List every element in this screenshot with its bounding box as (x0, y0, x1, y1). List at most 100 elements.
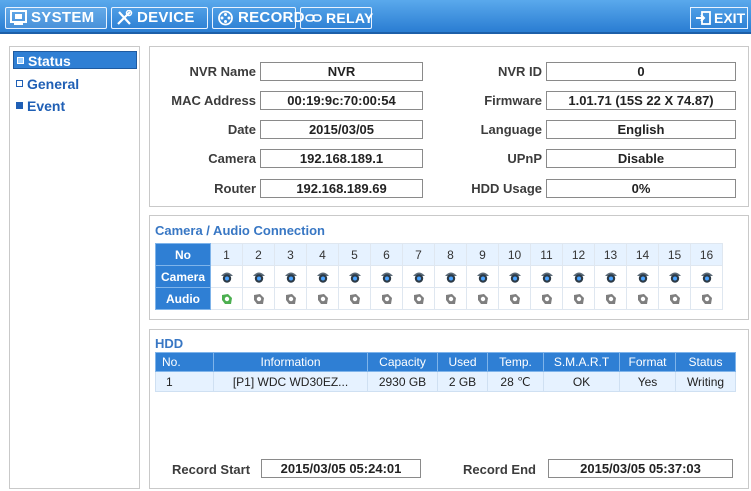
speaker-icon (669, 293, 680, 304)
camera-status-row: Camera (155, 265, 723, 288)
speaker-icon (317, 293, 328, 304)
column-header[interactable]: Capacity (367, 352, 438, 372)
column-header[interactable]: No. (155, 352, 214, 372)
camera-status-cell (594, 265, 627, 288)
audio-status-cell (498, 287, 531, 310)
connection-table: No 1 2 3 4 5 6 7 8 9 10 11 12 13 14 15 16 Camera Audio (155, 243, 723, 310)
date-field: 2015/03/05 (260, 120, 423, 139)
camera-status-cell (626, 265, 659, 288)
tab-system[interactable]: SYSTEM (5, 7, 107, 29)
audio-status-cell (274, 287, 307, 310)
router-label: Router (214, 181, 256, 196)
table-cell: 2930 GB (367, 371, 438, 392)
row-header-no: No (155, 243, 211, 266)
speaker-icon (573, 293, 584, 304)
firmware-field: 1.01.71 (15S 22 X 74.87) (546, 91, 736, 110)
tab-device-label: DEVICE (137, 9, 195, 26)
tab-record[interactable]: RECORD (212, 7, 305, 29)
audio-status-cell (370, 287, 403, 310)
audio-status-cell (658, 287, 691, 310)
top-menu-bar: SYSTEM DEVICE RECORD RELAY EXIT (0, 0, 751, 34)
relay-icon (305, 14, 322, 22)
dome-camera-icon (572, 272, 585, 283)
channel-number-row: No 1 2 3 4 5 6 7 8 9 10 11 12 13 14 15 16 (155, 243, 723, 266)
dome-camera-icon (348, 272, 361, 283)
sidebar-item-general[interactable]: General (13, 75, 137, 93)
dome-camera-icon (380, 272, 393, 283)
audio-status-cell (402, 287, 435, 310)
sidebar-item-label: Status (28, 53, 71, 69)
column-header[interactable]: Temp. (487, 352, 544, 372)
channel-number-cell: 2 (242, 243, 275, 266)
speaker-icon (541, 293, 552, 304)
audio-status-cell (242, 287, 275, 310)
record-start-label: Record Start (172, 462, 251, 477)
channel-number-cell: 6 (370, 243, 403, 266)
nvr-name-field: NVR (260, 62, 423, 81)
camera-status-cell (562, 265, 595, 288)
bullet-icon (16, 102, 23, 109)
camera-status-cell (466, 265, 499, 288)
column-header[interactable]: Information (213, 352, 368, 372)
column-header[interactable]: Used (437, 352, 488, 372)
camera-status-cell (690, 265, 723, 288)
record-end-label: Record End (463, 462, 536, 477)
upnp-field: Disable (546, 149, 736, 168)
tab-relay[interactable]: RELAY (300, 7, 373, 29)
row-header-audio: Audio (155, 287, 211, 310)
section-title: Camera / Audio Connection (155, 223, 325, 238)
table-cell: 1 (155, 371, 214, 392)
table-row[interactable]: 1 [P1] WDC WD30EZ... 2930 GB 2 GB 28 ℃ OK Yes W… (155, 371, 736, 392)
exit-icon (696, 11, 711, 25)
speaker-icon (701, 293, 712, 304)
language-field: English (546, 120, 736, 139)
speaker-icon (413, 293, 424, 304)
camera-ip-field: 192.168.189.1 (260, 149, 423, 168)
table-cell: 2 GB (437, 371, 488, 392)
audio-status-cell (562, 287, 595, 310)
column-header[interactable]: Status (675, 352, 736, 372)
mac-address-field: 00:19:9c:70:00:54 (260, 91, 423, 110)
camera-status-cell (370, 265, 403, 288)
dome-camera-icon (252, 272, 265, 283)
sidebar-item-event[interactable]: Event (13, 97, 137, 115)
language-label: Language (480, 122, 542, 137)
sidebar-item-status[interactable]: Status (13, 51, 137, 69)
dome-camera-icon (412, 272, 425, 283)
hdd-table-body: 1 [P1] WDC WD30EZ... 2930 GB 2 GB 28 ℃ OK Yes W… (155, 371, 736, 392)
camera-status-cell (498, 265, 531, 288)
speaker-icon (349, 293, 360, 304)
exit-label: EXIT (714, 10, 746, 26)
tab-device[interactable]: DEVICE (111, 7, 208, 29)
table-cell: Writing (675, 371, 736, 392)
channel-number-cell: 3 (274, 243, 307, 266)
exit-button[interactable]: EXIT (690, 7, 748, 29)
speaker-icon (509, 293, 520, 304)
channel-number-cell: 8 (434, 243, 467, 266)
speaker-icon (605, 293, 616, 304)
audio-status-cell (434, 287, 467, 310)
audio-status-cell (210, 287, 243, 310)
channel-number-cell: 13 (594, 243, 627, 266)
dome-camera-icon (540, 272, 553, 283)
column-header[interactable]: S.M.A.R.T (543, 352, 620, 372)
camera-status-cell (402, 265, 435, 288)
system-info-panel: NVR Name NVR MAC Address 00:19:9c:70:00:… (149, 46, 749, 207)
channel-number-cell: 15 (658, 243, 691, 266)
table-cell: 28 ℃ (487, 371, 544, 392)
audio-status-cell (530, 287, 563, 310)
sidebar-item-label: General (27, 76, 80, 92)
camera-status-cell (274, 265, 307, 288)
sidebar: Status General Event (9, 46, 140, 489)
tools-icon (117, 10, 133, 25)
audio-status-cell (594, 287, 627, 310)
record-start-field: 2015/03/05 05:24:01 (261, 459, 421, 478)
hdd-table-header: No. Information Capacity Used Temp. S.M.A.R.T… (155, 352, 736, 372)
dome-camera-icon (668, 272, 681, 283)
audio-status-cell (338, 287, 371, 310)
section-title: HDD (155, 336, 184, 351)
channel-number-cell: 16 (690, 243, 723, 266)
column-header[interactable]: Format (619, 352, 676, 372)
dome-camera-icon (700, 272, 713, 283)
table-cell: [P1] WDC WD30EZ... (213, 371, 368, 392)
